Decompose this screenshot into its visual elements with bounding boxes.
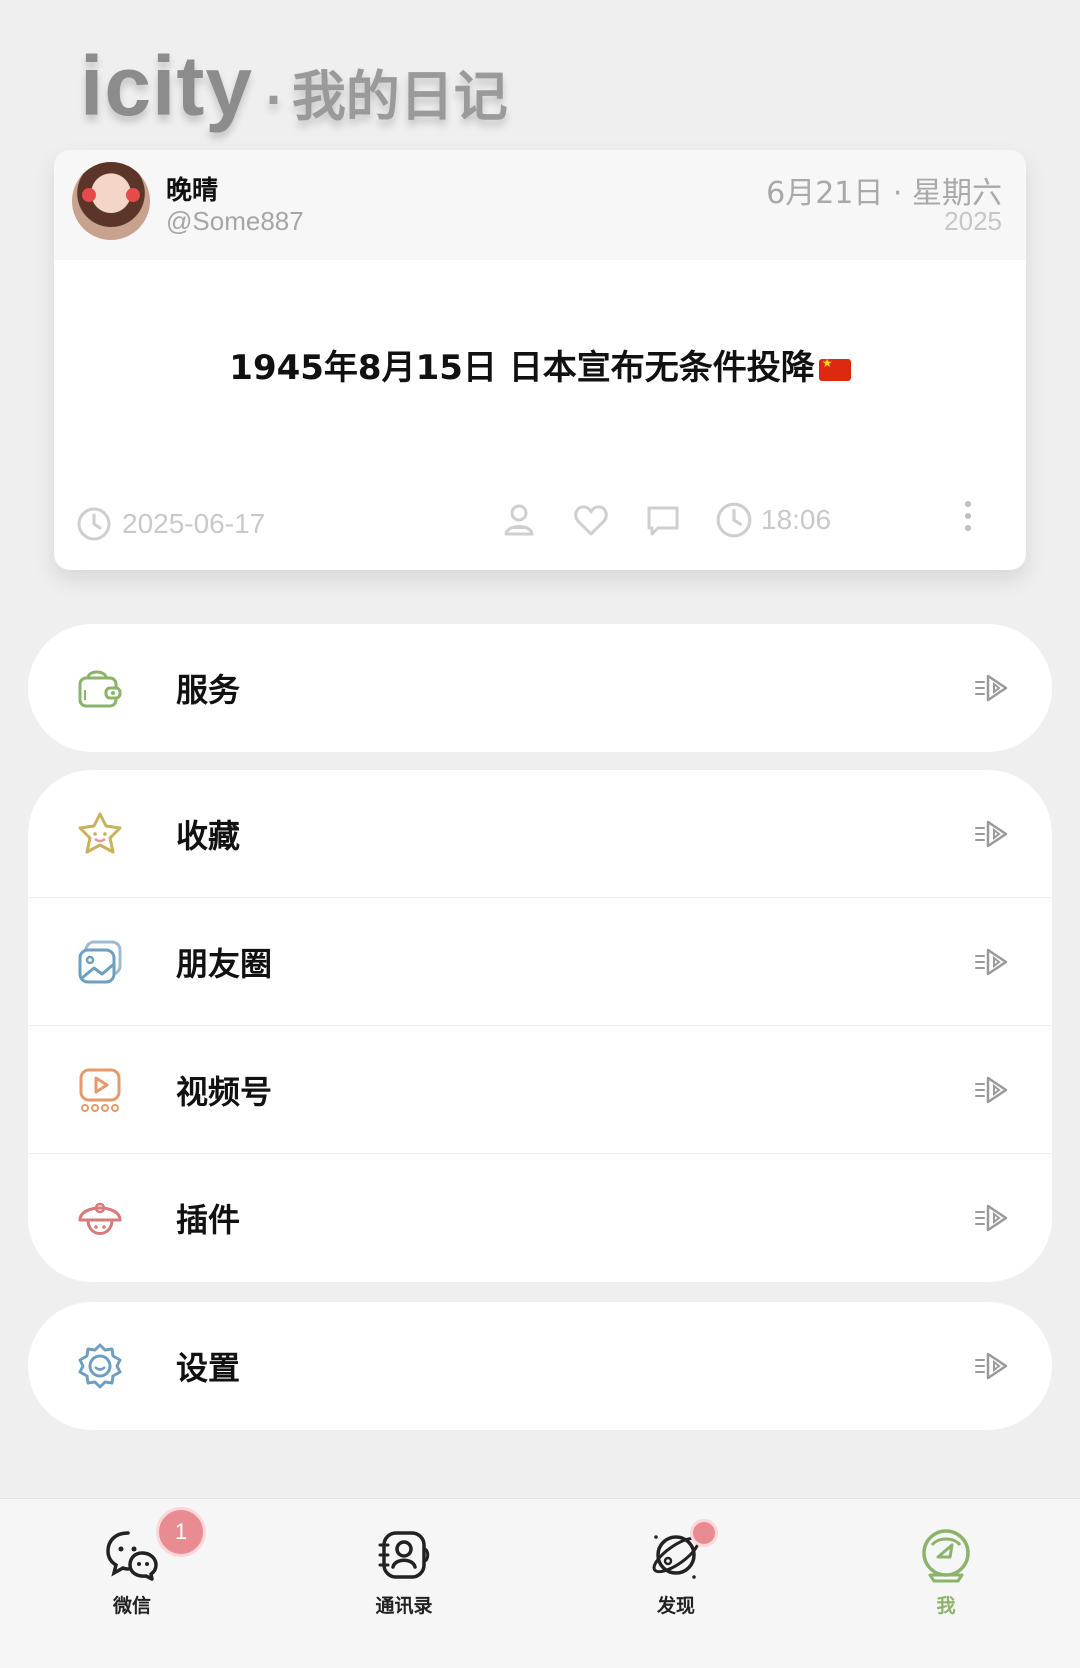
user-handle: @Some887: [166, 206, 304, 236]
user-name: 晚晴: [166, 176, 219, 206]
tab-label: 发现: [656, 1595, 695, 1617]
china-flag-icon: [818, 356, 851, 381]
tab-contacts[interactable]: 通讯录: [334, 1527, 474, 1618]
comment-icon[interactable]: [643, 500, 683, 540]
clock-icon: [77, 507, 111, 541]
forward-arrow-icon: [975, 820, 1008, 848]
tab-discover[interactable]: 发现: [606, 1519, 746, 1618]
wallet-icon: [78, 670, 122, 708]
unread-badge: 1: [156, 1507, 206, 1557]
page-title: icity · 我的日记: [80, 38, 508, 135]
clock-icon: [716, 502, 752, 538]
menu-label: 收藏: [176, 816, 241, 855]
forward-arrow-icon: [975, 1076, 1008, 1104]
star-icon: [78, 812, 122, 853]
tab-label: 微信: [112, 1595, 151, 1617]
diary-card-footer: 2025-06-17 18:06: [54, 501, 1026, 550]
menu-label: 服务: [176, 671, 241, 709]
tab-label: 我: [936, 1595, 956, 1617]
diary-year: 2025: [944, 206, 1002, 236]
menu-label: 插件: [176, 1201, 241, 1239]
chat-bubbles-icon: [106, 1531, 158, 1581]
forward-arrow-icon: [975, 1352, 1008, 1380]
page-subtitle: 我的日记: [291, 65, 508, 128]
diary-actions: 18:06: [499, 500, 831, 540]
avatar[interactable]: [72, 162, 150, 240]
diary-card-header: 晚晴 @Some887 6月21日 · 星期六 2025: [54, 150, 1026, 260]
tab-me[interactable]: 我: [876, 1527, 1016, 1618]
title-separator: ·: [265, 75, 282, 126]
bottom-tab-bar: 微信 1 通讯录 发现 我: [0, 1498, 1080, 1668]
tab-wechat[interactable]: 微信 1: [62, 1507, 206, 1618]
diary-card[interactable]: 晚晴 @Some887 6月21日 · 星期六 2025 1945年8月15日 …: [54, 150, 1026, 570]
post-text-content: 1945年8月15日 日本宣布无条件投降: [229, 348, 815, 388]
menu-item-plugins[interactable]: 插件: [28, 1154, 1052, 1282]
menu-item-channels[interactable]: 视频号: [28, 1026, 1052, 1154]
photos-icon: [78, 940, 122, 983]
menu-item-settings[interactable]: 设置: [28, 1302, 1052, 1430]
menu-item-services[interactable]: 服务: [28, 624, 1052, 752]
diary-post-text: 1945年8月15日 日本宣布无条件投降: [54, 340, 1026, 389]
menu-label: 设置: [176, 1349, 241, 1387]
menu-group-services: 服务: [28, 624, 1052, 752]
video-icon: [79, 1068, 121, 1112]
footer-date-text: 2025-06-17: [122, 508, 266, 539]
menu-item-favorites[interactable]: 收藏: [28, 770, 1052, 898]
more-vertical-icon[interactable]: [962, 498, 974, 538]
gear-icon: [78, 1343, 122, 1389]
footer-time-text: 18:06: [761, 504, 832, 535]
visibility-friends-icon[interactable]: [499, 500, 539, 540]
menu-item-moments[interactable]: 朋友圈: [28, 898, 1052, 1026]
menu-label: 朋友圈: [176, 944, 273, 983]
footer-date: 2025-06-17: [76, 506, 265, 542]
menu-label: 视频号: [176, 1072, 273, 1111]
footer-time: 18:06: [715, 501, 831, 539]
forward-arrow-icon: [975, 948, 1008, 976]
like-heart-icon[interactable]: [571, 500, 611, 540]
menu-group-settings: 设置: [28, 1302, 1052, 1430]
new-dot-badge: [690, 1519, 718, 1547]
forward-arrow-icon: [975, 1204, 1008, 1232]
tab-label: 通讯录: [375, 1595, 433, 1617]
contacts-book-icon: [378, 1531, 430, 1579]
forward-arrow-icon: [975, 674, 1008, 702]
mushroom-icon: [78, 1202, 122, 1235]
app-brand: icity: [80, 39, 254, 133]
astronaut-helmet-icon: [922, 1529, 970, 1583]
menu-group-main: 收藏 朋友圈 视频号 插件: [28, 770, 1052, 1282]
